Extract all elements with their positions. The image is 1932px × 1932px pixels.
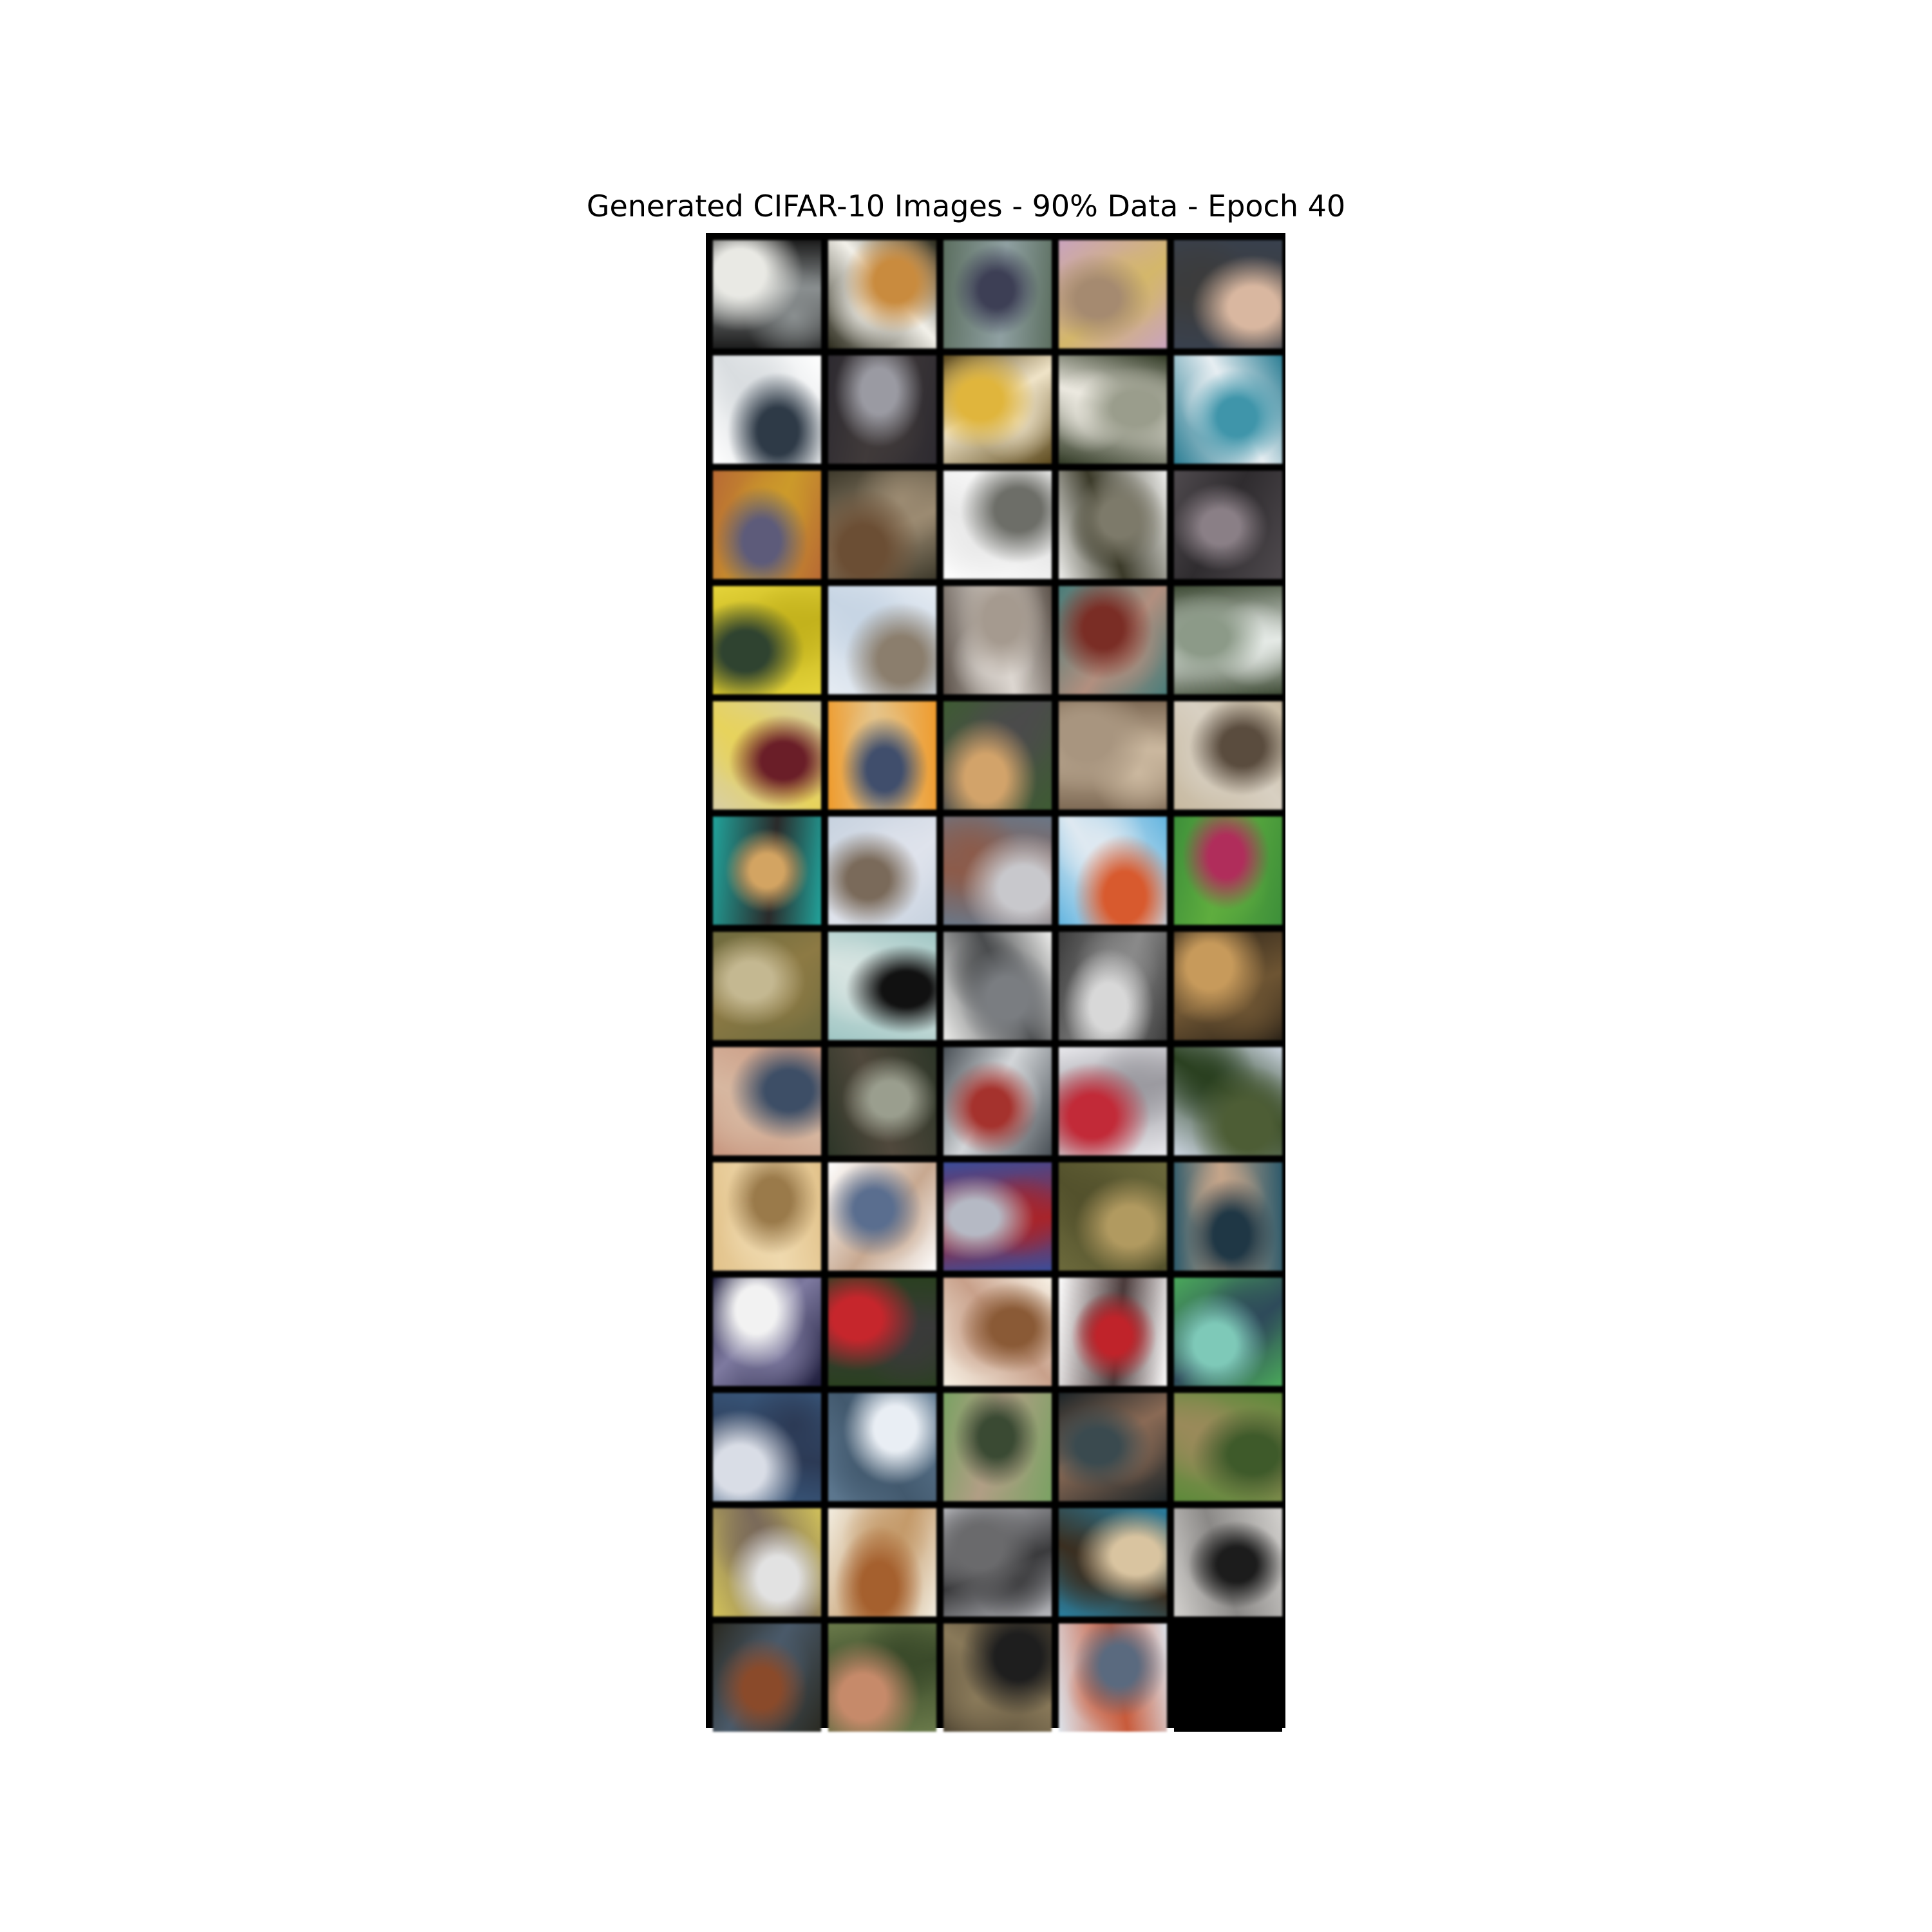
generated-image-tile — [713, 1624, 821, 1732]
generated-image-tile — [828, 355, 936, 464]
generated-image-tile — [943, 932, 1052, 1040]
generated-image-tile — [943, 586, 1052, 694]
generated-image-tile — [1174, 240, 1282, 348]
generated-image-tile — [713, 1162, 821, 1271]
generated-image-tile — [828, 701, 936, 810]
generated-image-tile — [1174, 586, 1282, 694]
generated-image-tile — [1059, 1047, 1167, 1155]
generated-image-tile — [1174, 932, 1282, 1040]
generated-image-tile — [1059, 817, 1167, 925]
generated-image-tile — [1059, 1278, 1167, 1386]
generated-image-tile — [828, 1162, 936, 1271]
figure-title: Generated CIFAR-10 Images - 90% Data - E… — [586, 189, 1346, 223]
generated-image-tile — [828, 817, 936, 925]
generated-image-tile — [1174, 1278, 1282, 1386]
generated-image-tile — [713, 1508, 821, 1616]
generated-image-tile — [828, 932, 936, 1040]
generated-image-tile — [1059, 1393, 1167, 1501]
generated-image-grid — [706, 233, 1285, 1732]
generated-image-tile — [943, 817, 1052, 925]
generated-image-tile — [1174, 471, 1282, 579]
generated-image-tile — [1059, 240, 1167, 348]
generated-image-tile — [943, 1624, 1052, 1732]
generated-image-tile — [713, 586, 821, 694]
generated-image-tile — [943, 1278, 1052, 1386]
generated-image-tile — [1174, 355, 1282, 464]
generated-image-tile — [943, 355, 1052, 464]
generated-image-tile — [1174, 1508, 1282, 1616]
generated-image-tile — [1059, 1162, 1167, 1271]
generated-image-tile — [943, 1393, 1052, 1501]
generated-image-tile — [1174, 701, 1282, 810]
generated-image-tile — [1059, 1624, 1167, 1732]
generated-image-tile — [943, 240, 1052, 348]
generated-image-tile — [828, 1508, 936, 1616]
empty-tile — [1174, 1624, 1282, 1732]
generated-image-tile — [1059, 701, 1167, 810]
generated-image-tile — [1059, 932, 1167, 1040]
generated-image-tile — [1174, 1393, 1282, 1501]
generated-image-tile — [713, 817, 821, 925]
generated-image-tile — [713, 701, 821, 810]
generated-image-tile — [713, 355, 821, 464]
generated-image-tile — [1059, 586, 1167, 694]
generated-image-tile — [1059, 355, 1167, 464]
generated-image-tile — [828, 586, 936, 694]
generated-image-tile — [828, 1047, 936, 1155]
generated-image-tile — [1174, 1047, 1282, 1155]
generated-image-tile — [828, 1624, 936, 1732]
generated-image-tile — [1174, 1162, 1282, 1271]
generated-image-tile — [713, 1047, 821, 1155]
generated-image-tile — [943, 471, 1052, 579]
generated-image-tile — [828, 471, 936, 579]
generated-image-tile — [713, 1278, 821, 1386]
generated-image-tile — [828, 1278, 936, 1386]
generated-image-tile — [943, 1162, 1052, 1271]
generated-image-tile — [713, 1393, 821, 1501]
generated-image-tile — [943, 701, 1052, 810]
generated-image-tile — [1059, 471, 1167, 579]
generated-image-tile — [713, 932, 821, 1040]
generated-image-tile — [1174, 817, 1282, 925]
generated-image-tile — [828, 1393, 936, 1501]
generated-image-tile — [828, 240, 936, 348]
generated-image-tile — [943, 1047, 1052, 1155]
generated-image-tile — [713, 240, 821, 348]
generated-image-tile — [1059, 1508, 1167, 1616]
generated-image-tile — [943, 1508, 1052, 1616]
generated-image-tile — [713, 471, 821, 579]
